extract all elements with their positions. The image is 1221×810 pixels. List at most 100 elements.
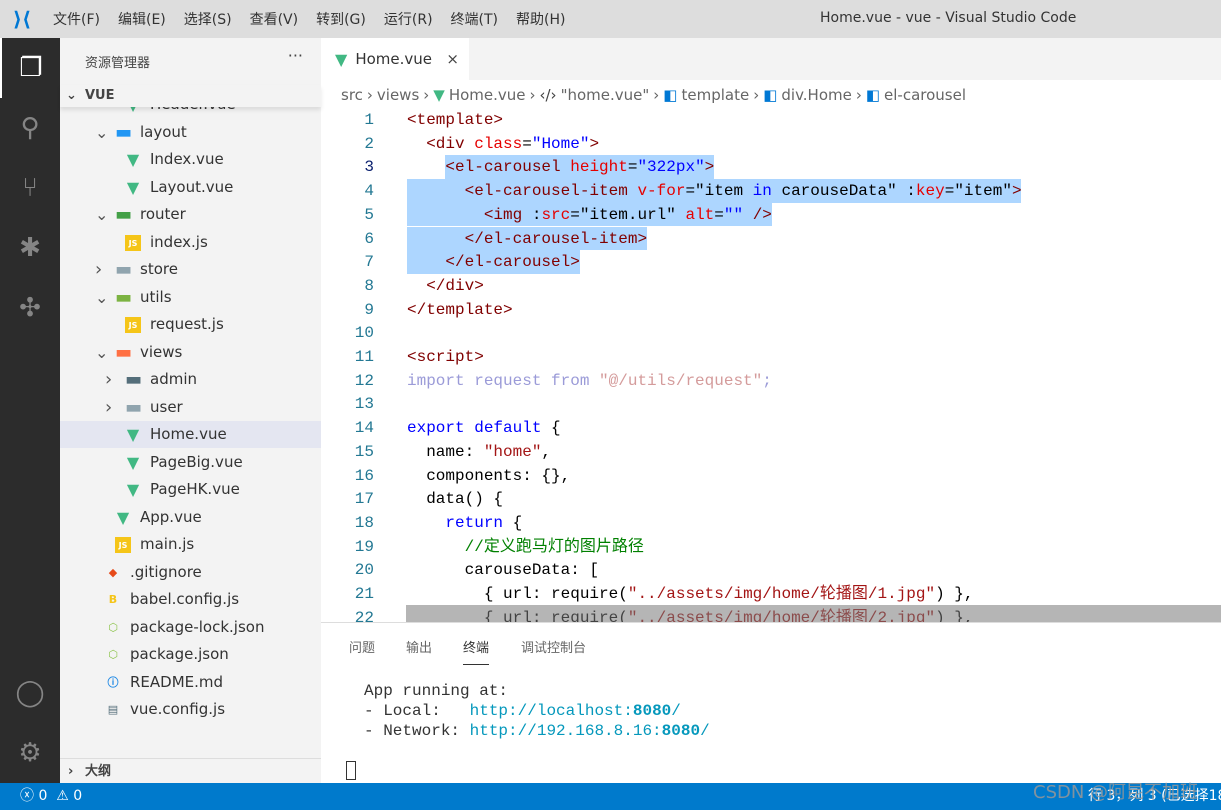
menu-item[interactable]: 帮助(H) [507,9,574,29]
outline-section[interactable]: › 大纲 [60,758,321,783]
panel-tab[interactable]: 终端 [463,637,490,665]
code-line: 14 export default { [321,416,1221,440]
tree-item[interactable]: ▼ App.vue [60,504,321,531]
tree-item[interactable]: ▼ Home.vue [60,421,321,448]
code-text: <script> [407,348,484,366]
panel-tab[interactable]: 输出 [406,637,432,656]
code-text: data() { [407,490,504,509]
folder-icon: ▬ [115,286,133,308]
code-text: </template> [407,300,513,319]
source-control-icon[interactable]: ⑂ [0,158,60,218]
code-text: <el-carousel height="322px"> [445,158,715,177]
git-icon: ◆ [108,565,118,579]
extensions-icon[interactable]: ✣ [0,278,60,338]
tree-item[interactable]: ⓘ README.md [60,669,321,696]
code-text: export default { [407,419,561,438]
files-icon[interactable]: ❐ [0,38,60,98]
local-url-link[interactable]: http://localhost:8080/ [470,702,681,720]
breadcrumb-item[interactable]: template [681,86,749,104]
workspace-root[interactable]: ⌄ VUE [60,85,321,107]
tree-item[interactable]: ▼ PageBig.vue [60,449,321,476]
code-line: 4 <el-carousel-item v-for="item in carou… [321,179,1221,203]
breadcrumb-separator-icon: › [753,86,760,104]
tree-item[interactable]: ▼ Index.vue [60,146,321,173]
settings-gear-icon[interactable]: ⚙ [0,723,60,783]
panel-tab[interactable]: 问题 [349,637,375,656]
menu-item[interactable]: 文件(F) [44,9,109,29]
problems-status[interactable]: ⓧ 0 ⚠ 0 [20,783,82,810]
tree-item[interactable]: ⬡ package.json [60,641,321,668]
tree-item[interactable]: ▼ PageHK.vue [60,476,321,503]
file-name: App.vue [140,507,202,526]
breadcrumb-separator-icon: › [423,86,430,104]
js-icon: JS [125,234,141,251]
chevron-down-icon: ⌄ [95,205,109,224]
menu-item[interactable]: 查看(V) [241,9,308,29]
file-name: admin [150,370,197,388]
panel-tab[interactable]: 调试控制台 [521,637,586,656]
tree-item[interactable]: › ▬ user [60,394,321,421]
chevron-down-icon: ⌄ [66,88,77,103]
tree-item[interactable]: ⬡ package-lock.json [60,614,321,641]
menu-item[interactable]: 终端(T) [442,9,507,29]
menu-item[interactable]: 选择(S) [175,9,241,29]
line-number: 17 [354,490,374,509]
tree-item[interactable]: ⌄ ▬ utils [60,284,321,311]
tree-item[interactable]: › ▬ store [60,256,321,283]
tab-home-vue[interactable]: ▼ Home.vue × [321,38,469,80]
tree-item[interactable]: ⌄ ▬ router [60,201,321,228]
breadcrumb-item[interactable]: views [377,86,419,104]
line-number: 18 [354,513,374,532]
file-name: router [140,205,186,223]
breadcrumb-item[interactable]: div.Home [781,86,851,104]
menu-item[interactable]: 转到(G) [307,9,375,29]
breadcrumb-item[interactable]: "home.vue" [561,86,650,104]
file-name: user [150,397,183,416]
code-editor[interactable]: 1 <template> 2 <div class="Home"> 3 <el-car… [321,108,1221,622]
tree-item[interactable]: ◆ .gitignore [60,559,321,586]
search-icon[interactable]: ⚲ [0,98,60,158]
code-line: 10 [321,321,1221,345]
folder-icon: ▬ [115,341,133,363]
breadcrumb-item[interactable]: src [341,86,363,104]
more-actions-button[interactable]: ··· [288,46,303,65]
folder-icon: ▬ [125,369,143,390]
title-bar: ⟩⟨ 文件(F) 编辑(E) 选择(S) 查看(V) 转到(G) 运行(R) 终端(T) 帮助… [0,0,1221,38]
code-line: 5 <img :src="item.url" alt="" /> [321,202,1221,227]
line-number: 8 [364,276,374,295]
code-line: 17 data() { [321,487,1221,511]
code-text: <template> [407,111,504,129]
terminal-output[interactable]: App running at: - Local: http://localhos… [364,681,710,741]
tree-item[interactable]: ⌄ ▬ layout [60,119,321,146]
tree-item[interactable]: ▤ vue.config.js [60,696,321,723]
symbol-icon: ◧ [865,86,881,104]
code-line: 7 </el-carousel> [321,250,1221,274]
file-name: utils [140,287,172,306]
account-icon[interactable]: ◯ [0,663,60,723]
tree-item[interactable]: JS main.js [60,531,321,558]
file-name: Home.vue [150,425,227,443]
tree-item[interactable]: › ▬ admin [60,366,321,393]
horizontal-scrollbar[interactable] [406,605,1221,622]
tree-item[interactable]: JS index.js [60,229,321,256]
chevron-down-icon: ⌄ [95,122,109,142]
menu-item[interactable]: 编辑(E) [109,9,175,29]
tree-item[interactable]: Bbabel.config.js [60,586,321,613]
line-number: 7 [364,253,374,272]
tree-item[interactable]: ▼ Layout.vue [60,174,321,201]
close-tab-icon[interactable]: × [446,50,459,68]
file-name: request.js [150,315,224,333]
file-name: Layout.vue [150,177,234,196]
breadcrumb-item[interactable]: el-carousel [884,86,966,104]
breadcrumb-item[interactable]: Home.vue [449,86,526,104]
code-line: 21 { url: require("../assets/img/home/轮播… [321,582,1221,606]
code-text: <div class="Home"> [426,134,600,153]
tree-item[interactable]: ⌄ ▬ views [60,339,321,366]
file-name: PageBig.vue [150,452,243,471]
debug-icon[interactable]: ✱ [0,218,60,278]
tree-item[interactable]: JS request.js [60,311,321,338]
watermark: CSDN @阿昆不加班 [1033,782,1199,803]
menu-item[interactable]: 运行(R) [375,9,442,29]
file-name: README.md [130,672,224,691]
network-url-link[interactable]: http://192.168.8.16:8080/ [470,722,710,740]
